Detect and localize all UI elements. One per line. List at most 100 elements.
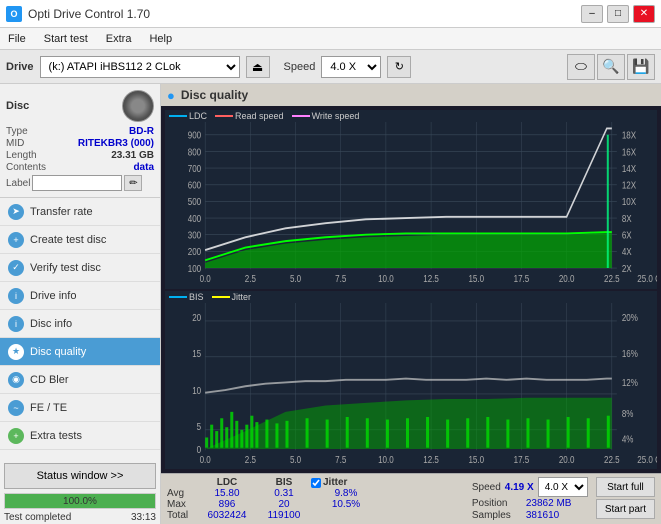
speed-display-row: Speed 4.19 X 4.0 X — [472, 477, 592, 497]
stats-speed-select[interactable]: 4.0 X — [538, 477, 588, 497]
samples-value: 381610 — [526, 510, 559, 521]
sidebar: Disc Type BD-R MID RITEKBR3 (000) Length… — [0, 84, 161, 524]
menu-start-test[interactable]: Start test — [40, 32, 92, 46]
status-text-row: Test completed 33:13 — [0, 511, 160, 524]
legend-write-line — [292, 115, 310, 117]
menu-help[interactable]: Help — [145, 32, 176, 46]
menu-file[interactable]: File — [4, 32, 30, 46]
jitter-label: Jitter — [323, 477, 347, 488]
avg-row-label: Avg — [167, 488, 195, 499]
content-area: ● Disc quality LDC Read speed — [161, 84, 661, 524]
svg-text:2X: 2X — [622, 263, 632, 274]
close-button[interactable]: ✕ — [633, 5, 655, 23]
svg-text:12X: 12X — [622, 180, 636, 191]
svg-text:0.0: 0.0 — [200, 454, 211, 465]
svg-text:22.5: 22.5 — [604, 273, 620, 284]
nav-icon-drive-info: i — [8, 288, 24, 304]
speed-refresh-button[interactable]: ↻ — [387, 56, 411, 78]
nav-transfer-rate[interactable]: ➤ Transfer rate — [0, 198, 160, 226]
nav-label-disc-info: Disc info — [30, 318, 72, 330]
toolbar-btn-3[interactable]: 💾 — [627, 54, 655, 80]
svg-text:6X: 6X — [622, 230, 632, 241]
minimize-button[interactable]: – — [581, 5, 603, 23]
speed-label: Speed — [284, 61, 316, 73]
speed-stat-label: Speed — [472, 482, 501, 493]
svg-text:2.5: 2.5 — [245, 454, 256, 465]
svg-text:2.5: 2.5 — [245, 273, 256, 284]
jitter-checkbox-label: Jitter — [311, 477, 381, 488]
disc-length-label: Length — [6, 150, 37, 161]
disc-type-value: BD-R — [129, 126, 154, 137]
nav-label-cd-bler: CD Bler — [30, 374, 69, 386]
app-title: Opti Drive Control 1.70 — [28, 7, 150, 21]
svg-text:600: 600 — [188, 180, 201, 191]
disc-type-label: Type — [6, 126, 28, 137]
svg-text:5.0: 5.0 — [290, 273, 301, 284]
disc-label-edit-button[interactable]: ✏ — [124, 175, 142, 191]
menubar: File Start test Extra Help — [0, 28, 661, 50]
eject-button[interactable]: ⏏ — [246, 56, 270, 78]
disc-contents-row: Contents data — [6, 162, 154, 173]
status-window-button[interactable]: Status window >> — [4, 463, 156, 489]
svg-text:7.5: 7.5 — [335, 454, 346, 465]
content-header: ● Disc quality — [161, 84, 661, 106]
speed-select[interactable]: 4.0 X — [321, 56, 381, 78]
disc-contents-value: data — [133, 162, 154, 173]
nav-drive-info[interactable]: i Drive info — [0, 282, 160, 310]
avg-ldc-val: 15.80 — [197, 488, 257, 499]
svg-text:8X: 8X — [622, 213, 632, 224]
legend-read-label: Read speed — [235, 111, 284, 121]
disc-panel: Disc Type BD-R MID RITEKBR3 (000) Length… — [0, 84, 160, 198]
menu-extra[interactable]: Extra — [102, 32, 136, 46]
maximize-button[interactable]: □ — [607, 5, 629, 23]
svg-text:10.0: 10.0 — [378, 454, 394, 465]
avg-bis-val: 0.31 — [259, 488, 309, 499]
top-chart-svg: 900 800 700 600 500 400 300 200 100 18X … — [165, 122, 657, 289]
progress-bar: 100.0% — [4, 493, 156, 509]
svg-text:20%: 20% — [622, 312, 638, 323]
legend-bis-line — [169, 296, 187, 298]
svg-text:7.5: 7.5 — [335, 273, 346, 284]
app-icon: O — [6, 6, 22, 22]
stats-total-row: Total 6032424 119100 — [167, 510, 468, 521]
legend-ldc-line — [169, 115, 187, 117]
drive-select[interactable]: (k:) ATAPI iHBS112 2 CLok — [40, 56, 240, 78]
svg-text:15.0: 15.0 — [468, 454, 484, 465]
disc-icon — [122, 90, 154, 122]
bottom-chart-svg-wrapper: 20 15 10 5 0 20% 16% 12% 8% 4% — [165, 303, 657, 470]
nav-label-drive-info: Drive info — [30, 290, 76, 302]
nav-create-test-disc[interactable]: + Create test disc — [0, 226, 160, 254]
position-value: 23862 MB — [526, 498, 572, 509]
max-row-label: Max — [167, 499, 195, 510]
nav-cd-bler[interactable]: ◉ CD Bler — [0, 366, 160, 394]
svg-text:17.5: 17.5 — [514, 454, 530, 465]
start-part-button[interactable]: Start part — [596, 499, 655, 519]
stats-footer: LDC BIS Jitter Avg 15.80 0.31 9.8% — [161, 473, 661, 524]
svg-text:200: 200 — [188, 246, 201, 257]
stats-header-row: LDC BIS Jitter — [167, 477, 468, 488]
nav-fe-te[interactable]: ~ FE / TE — [0, 394, 160, 422]
svg-text:12%: 12% — [622, 377, 638, 388]
start-full-button[interactable]: Start full — [596, 477, 655, 497]
disc-mid-row: MID RITEKBR3 (000) — [6, 138, 154, 149]
total-row-label: Total — [167, 510, 195, 521]
toolbar-btn-2[interactable]: 🔍 — [597, 54, 625, 80]
nav-disc-info[interactable]: i Disc info — [0, 310, 160, 338]
bottom-chart-area: BIS Jitter — [165, 291, 657, 470]
disc-label-input[interactable] — [32, 175, 122, 191]
nav-disc-quality[interactable]: ★ Disc quality — [0, 338, 160, 366]
titlebar: O Opti Drive Control 1.70 – □ ✕ — [0, 0, 661, 28]
nav-extra-tests[interactable]: + Extra tests — [0, 422, 160, 450]
jitter-checkbox[interactable] — [311, 478, 321, 488]
nav-label-create-test: Create test disc — [30, 234, 106, 246]
svg-text:500: 500 — [188, 196, 201, 207]
nav-icon-create-test: + — [8, 232, 24, 248]
toolbar-btn-1[interactable]: ⬭ — [567, 54, 595, 80]
svg-text:12.5: 12.5 — [423, 454, 439, 465]
svg-text:10: 10 — [192, 385, 201, 396]
nav-verify-test-disc[interactable]: ✓ Verify test disc — [0, 254, 160, 282]
samples-row: Samples 381610 — [472, 510, 592, 521]
nav-label-transfer-rate: Transfer rate — [30, 206, 93, 218]
svg-text:8%: 8% — [622, 408, 634, 419]
content-header-icon: ● — [167, 88, 175, 103]
